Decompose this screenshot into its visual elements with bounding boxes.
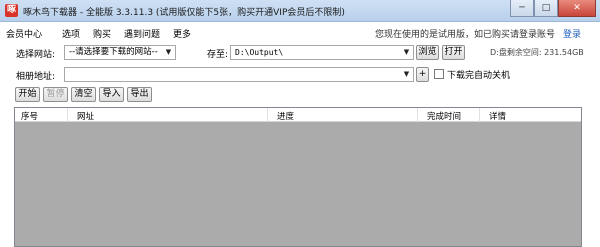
column-header-details[interactable]: 详情 [489,110,506,122]
trial-notice: 您现在使用的是试用版，如已购买请登录账号 [375,30,556,40]
column-header-progress[interactable]: 进度 [277,110,294,122]
login-link[interactable]: 登录 [563,27,581,40]
table-header: 序号 网址 进度 完成时间 详情 [15,108,581,122]
title-bar: 啄 啄木鸟下载器 - 全能版 3.3.11.3 (试用版仅能下5张，购买开通VI… [0,0,600,22]
column-divider[interactable] [479,108,480,122]
window-controls: ─ □ ✕ [510,0,596,18]
menu-member-center[interactable]: 会员中心 [6,27,42,40]
chevron-down-icon: ▼ [403,70,410,78]
menu-buy[interactable]: 购买 [93,27,111,40]
save-path-select[interactable]: D:\Output\ ▼ [230,45,414,60]
menu-bar: 会员中心 选项 购买 遇到问题 更多 您现在使用的是试用版，如已购买请登录账号 … [0,22,600,42]
export-button[interactable]: 导出 [127,87,152,102]
minimize-button[interactable]: ─ [510,0,534,17]
site-select-value: --请选择要下载的网站-- [69,47,158,57]
menu-more[interactable]: 更多 [173,27,191,40]
chevron-down-icon: ▼ [165,48,172,56]
app-logo-icon: 啄 [5,4,18,17]
column-divider[interactable] [417,108,418,122]
clear-button[interactable]: 清空 [71,87,96,102]
album-label: 相册地址: [16,72,56,82]
chevron-down-icon: ▼ [403,48,410,56]
add-button[interactable]: + [416,67,429,82]
import-button[interactable]: 导入 [99,87,124,102]
menu-problems[interactable]: 遇到问题 [124,27,160,40]
column-header-url[interactable]: 网址 [77,110,94,122]
column-header-finish-time[interactable]: 完成时间 [427,110,461,122]
maximize-button[interactable]: □ [534,0,558,17]
close-button[interactable]: ✕ [558,0,596,17]
column-header-index[interactable]: 序号 [21,110,38,122]
site-select[interactable]: --请选择要下载的网站-- ▼ [64,45,176,60]
start-button[interactable]: 开始 [15,87,40,102]
site-label: 选择网站: [16,50,56,60]
column-divider[interactable] [267,108,268,122]
auto-shutdown-checkbox[interactable] [434,69,444,79]
column-divider[interactable] [67,108,68,122]
auto-shutdown-label: 下载完自动关机 [447,71,511,81]
window-title: 啄木鸟下载器 - 全能版 3.3.11.3 (试用版仅能下5张，购买开通VIP会… [23,8,345,18]
download-table[interactable]: 序号 网址 进度 完成时间 详情 [14,107,582,247]
browse-button[interactable]: 浏览 [416,45,439,60]
save-label: 存至: [207,50,229,60]
open-button[interactable]: 打开 [442,45,465,60]
disk-space-status: D:盘剩余空间: 231.54GB [490,48,584,57]
album-address-input[interactable]: ▼ [64,67,414,82]
menu-options[interactable]: 选项 [62,27,80,40]
save-path-value: D:\Output\ [235,48,284,57]
pause-button[interactable]: 暂停 [43,87,68,102]
